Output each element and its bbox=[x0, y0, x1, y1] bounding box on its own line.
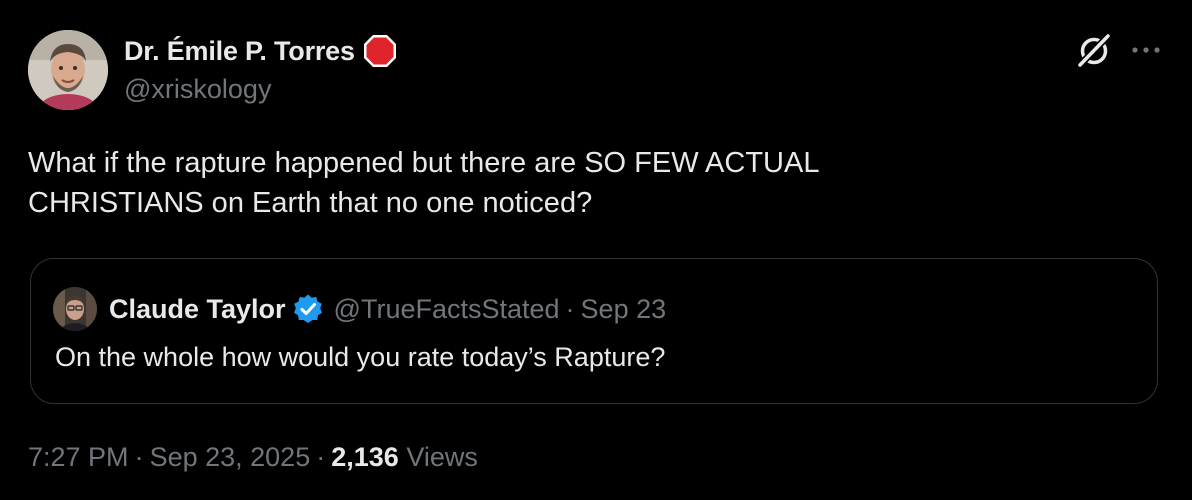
quoted-avatar-photo bbox=[53, 287, 97, 331]
verified-badge-icon bbox=[293, 294, 322, 323]
more-options-icon[interactable] bbox=[1128, 32, 1164, 68]
views-count: 2,136 bbox=[331, 442, 399, 472]
author-handle[interactable]: @xriskology bbox=[124, 74, 397, 105]
avatar-photo bbox=[28, 30, 108, 110]
author-block: Dr. Émile P. Torres @xriskology bbox=[124, 32, 397, 105]
tweet-text: What if the rapture happened but there a… bbox=[28, 147, 820, 219]
stop-sign-icon bbox=[363, 35, 396, 67]
quoted-tweet-text: On the whole how would you rate today’s … bbox=[55, 342, 666, 372]
quoted-separator: · bbox=[565, 293, 575, 324]
views-label: Views bbox=[406, 442, 478, 472]
tweet-top-actions bbox=[1074, 30, 1164, 70]
author-name-row: Dr. Émile P. Torres bbox=[124, 32, 397, 70]
quoted-tweet-date: Sep 23 bbox=[580, 293, 667, 324]
meta-separator: · bbox=[134, 442, 144, 472]
quoted-tweet-header: Claude Taylor @TrueFactsStated · Sep 23 bbox=[53, 287, 666, 331]
grok-icon[interactable] bbox=[1074, 30, 1114, 70]
quoted-author-avatar bbox=[53, 287, 97, 331]
quoted-tweet-card[interactable]: Claude Taylor @TrueFactsStated · Sep 23 … bbox=[30, 258, 1158, 404]
quoted-author-handle: @TrueFactsStated bbox=[333, 293, 560, 324]
tweet-time[interactable]: 7:27 PM bbox=[28, 442, 129, 472]
author-display-name[interactable]: Dr. Émile P. Torres bbox=[124, 36, 355, 67]
author-avatar[interactable] bbox=[28, 30, 108, 110]
tweet-meta: 7:27 PM · Sep 23, 2025 · 2,136 Views bbox=[28, 442, 478, 473]
quoted-author-name: Claude Taylor bbox=[109, 293, 286, 324]
tweet-date[interactable]: Sep 23, 2025 bbox=[150, 442, 311, 472]
meta-separator: · bbox=[316, 442, 326, 472]
